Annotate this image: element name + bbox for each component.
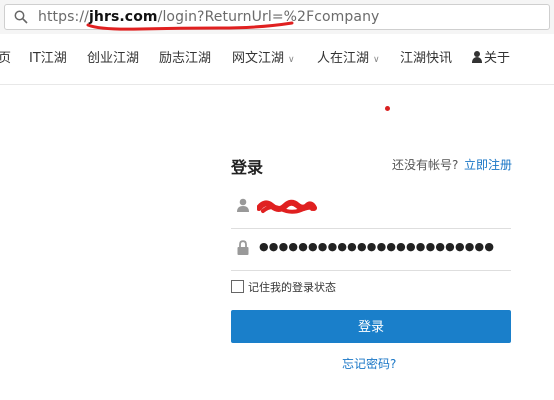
password-value: ●●●●●●●●●●●●●●●●●●●●●●●● <box>259 240 495 253</box>
chevron-down-icon: ∨ <box>288 55 295 65</box>
lock-icon <box>237 240 249 255</box>
nav-item-news[interactable]: 江湖快讯 <box>400 34 452 84</box>
remember-label: 记住我的登录状态 <box>248 281 336 294</box>
login-button[interactable]: 登录 <box>231 310 511 343</box>
nav-item-webnovel-label: 网文江湖 <box>232 51 285 66</box>
chevron-down-icon: ∨ <box>373 55 380 65</box>
url-host: jhrs.com <box>88 9 158 25</box>
login-title: 登录 <box>231 158 264 177</box>
nav-item-startup[interactable]: 创业江湖 <box>87 34 139 84</box>
url-text: https://jhrs.com/login?ReturnUrl=%2Fcomp… <box>38 7 379 27</box>
url-field[interactable]: https://jhrs.com/login?ReturnUrl=%2Fcomp… <box>4 4 550 30</box>
register-link[interactable]: 立即注册 <box>464 156 512 173</box>
url-path: /login?ReturnUrl=%2Fcompany <box>157 9 380 25</box>
search-icon <box>14 10 28 24</box>
nav-item-webnovel[interactable]: 网文江湖 ∨ <box>232 34 295 84</box>
main-nav: 页 IT江湖 创业江湖 励志江湖 网文江湖 ∨ 人在江湖 ∨ 江湖快讯 关于 <box>0 34 554 85</box>
nav-item-people-label: 人在江湖 <box>317 51 370 66</box>
nav-item-home[interactable]: 页 <box>0 34 11 84</box>
nav-item-people[interactable]: 人在江湖 ∨ <box>317 34 380 84</box>
red-dot-annotation <box>385 106 390 111</box>
password-field[interactable]: ●●●●●●●●●●●●●●●●●●●●●●●● <box>231 228 511 271</box>
forgot-password-link[interactable]: 忘记密码? <box>342 355 396 372</box>
user-icon <box>472 51 482 63</box>
nav-item-inspire[interactable]: 励志江湖 <box>159 34 211 84</box>
username-redaction <box>257 199 317 214</box>
nav-item-about[interactable]: 关于 <box>472 34 510 84</box>
url-protocol: https:// <box>38 9 89 25</box>
remember-checkbox[interactable] <box>231 280 244 293</box>
no-account-text: 还没有帐号? <box>392 158 459 172</box>
nav-item-it[interactable]: IT江湖 <box>29 34 67 84</box>
user-icon <box>237 198 249 212</box>
browser-address-bar: https://jhrs.com/login?ReturnUrl=%2Fcomp… <box>0 0 554 35</box>
username-field[interactable] <box>231 186 511 229</box>
nav-item-about-label: 关于 <box>484 51 511 66</box>
